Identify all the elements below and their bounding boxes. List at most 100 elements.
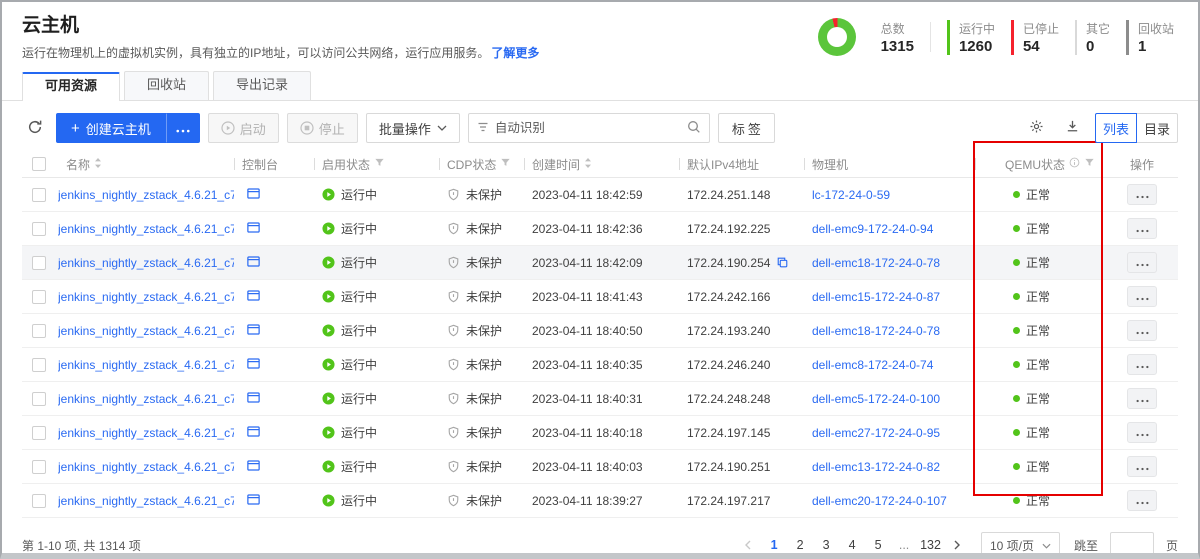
create-vm-button[interactable]: + 创建云主机 <box>56 113 166 143</box>
tab-bar: 可用资源 回收站 导出记录 <box>2 71 1198 101</box>
shield-icon <box>447 358 460 371</box>
learn-more-link[interactable]: 了解更多 <box>491 46 539 60</box>
console-icon[interactable] <box>246 254 261 272</box>
vm-name-link[interactable]: jenkins_nightly_zstack_4.6.21_c79_l... <box>58 494 234 508</box>
console-icon[interactable] <box>246 424 261 442</box>
page-button[interactable]: 4 <box>842 533 862 557</box>
console-icon[interactable] <box>246 186 261 204</box>
vm-name-link[interactable]: jenkins_nightly_zstack_4.6.21_c79_l... <box>58 392 234 406</box>
vm-name-link[interactable]: jenkins_nightly_zstack_4.6.21_c79_l... <box>58 188 234 202</box>
search-icon[interactable] <box>687 120 701 137</box>
row-checkbox[interactable] <box>32 222 46 236</box>
sort-icon[interactable] <box>584 157 592 172</box>
row-checkbox[interactable] <box>32 324 46 338</box>
sort-icon[interactable] <box>94 157 102 172</box>
page-button[interactable]: 5 <box>868 533 888 557</box>
row-actions-button[interactable] <box>1127 184 1157 205</box>
console-icon[interactable] <box>246 390 261 408</box>
row-checkbox[interactable] <box>32 290 46 304</box>
header-cdp-status[interactable]: CDP状态 <box>439 156 524 173</box>
header-enable-status[interactable]: 启用状态 <box>314 156 439 173</box>
filter-icon[interactable] <box>500 157 511 171</box>
host-link[interactable]: dell-emc20-172-24-0-107 <box>812 494 947 508</box>
stop-button[interactable]: 停止 <box>287 113 358 143</box>
vm-name-link[interactable]: jenkins_nightly_zstack_4.6.21_c76_l... <box>58 358 234 372</box>
header-created-time[interactable]: 创建时间 <box>524 156 679 173</box>
header-qemu-status[interactable]: QEMU状态 <box>975 156 1102 173</box>
prev-page-button[interactable] <box>738 533 758 557</box>
page-button[interactable]: 3 <box>816 533 836 557</box>
row-checkbox[interactable] <box>32 426 46 440</box>
host-link[interactable]: dell-emc5-172-24-0-100 <box>812 392 940 406</box>
copy-icon[interactable] <box>776 256 789 269</box>
select-all-checkbox[interactable] <box>32 157 46 171</box>
shield-icon <box>447 256 460 269</box>
settings-button[interactable] <box>1023 113 1049 143</box>
search-input[interactable] <box>495 121 681 135</box>
next-page-button[interactable] <box>947 533 967 557</box>
refresh-button[interactable] <box>22 113 48 143</box>
tab-recycle-bin[interactable]: 回收站 <box>124 71 209 100</box>
filter-icon[interactable] <box>1084 157 1095 171</box>
page-button[interactable]: 132 <box>920 533 941 557</box>
row-actions-button[interactable] <box>1127 218 1157 239</box>
export-button[interactable] <box>1059 113 1085 143</box>
info-icon[interactable] <box>1069 157 1080 171</box>
console-icon[interactable] <box>246 288 261 306</box>
page-button[interactable]: 1 <box>764 533 784 557</box>
row-actions-button[interactable] <box>1127 422 1157 443</box>
table-header-row: 名称 控制台 启用状态 CDP状态 创建时间 <box>22 151 1178 178</box>
tab-export-records[interactable]: 导出记录 <box>213 71 311 100</box>
create-vm-more-button[interactable] <box>166 113 200 143</box>
filter-icon[interactable] <box>374 157 385 171</box>
vm-name-link[interactable]: jenkins_nightly_zstack_4.6.21_c79_l... <box>58 426 234 440</box>
row-checkbox[interactable] <box>32 358 46 372</box>
gear-icon <box>1029 119 1044 137</box>
console-icon[interactable] <box>246 356 261 374</box>
view-catalog-button[interactable]: 目录 <box>1136 113 1178 143</box>
stat-stopped-value: 54 <box>1023 38 1059 55</box>
view-list-button[interactable]: 列表 <box>1095 113 1137 143</box>
row-actions-button[interactable] <box>1127 286 1157 307</box>
console-icon[interactable] <box>246 220 261 238</box>
host-link[interactable]: dell-emc9-172-24-0-94 <box>812 222 933 236</box>
row-checkbox[interactable] <box>32 494 46 508</box>
header-ipv4-label: 默认IPv4地址 <box>687 156 759 173</box>
console-icon[interactable] <box>246 322 261 340</box>
host-link[interactable]: dell-emc18-172-24-0-78 <box>812 324 940 338</box>
row-checkbox[interactable] <box>32 392 46 406</box>
host-link[interactable]: dell-emc18-172-24-0-78 <box>812 256 940 270</box>
jump-page-input[interactable] <box>1110 532 1154 558</box>
start-button[interactable]: 启动 <box>208 113 279 143</box>
row-actions-button[interactable] <box>1127 320 1157 341</box>
tag-button[interactable]: 标签 <box>718 113 775 143</box>
vm-name-link[interactable]: jenkins_nightly_zstack_4.6.21_c79_l... <box>58 290 234 304</box>
row-actions-button[interactable] <box>1127 388 1157 409</box>
row-actions-button[interactable] <box>1127 252 1157 273</box>
tab-available-resources[interactable]: 可用资源 <box>22 72 120 101</box>
row-actions-button[interactable] <box>1127 354 1157 375</box>
batch-actions-button[interactable]: 批量操作 <box>366 113 460 143</box>
vm-name-link[interactable]: jenkins_nightly_zstack_4.6.21_c79_l... <box>58 256 234 270</box>
host-link[interactable]: dell-emc8-172-24-0-74 <box>812 358 933 372</box>
header-host: 物理机 <box>804 156 975 173</box>
row-actions-button[interactable] <box>1127 456 1157 477</box>
host-link[interactable]: dell-emc13-172-24-0-82 <box>812 460 940 474</box>
page-button[interactable]: 2 <box>790 533 810 557</box>
created-time-text: 2023-04-11 18:40:18 <box>532 426 643 440</box>
host-link[interactable]: dell-emc15-172-24-0-87 <box>812 290 940 304</box>
console-icon[interactable] <box>246 492 261 510</box>
vm-name-link[interactable]: jenkins_nightly_zstack_4.6.21_c79_l... <box>58 324 234 338</box>
console-icon[interactable] <box>246 458 261 476</box>
row-actions-button[interactable] <box>1127 490 1157 511</box>
host-link[interactable]: lc-172-24-0-59 <box>812 188 890 202</box>
row-checkbox[interactable] <box>32 256 46 270</box>
header-name[interactable]: 名称 <box>58 156 234 173</box>
vm-name-link[interactable]: jenkins_nightly_zstack_4.6.21_c76_l... <box>58 222 234 236</box>
enable-status-text: 运行中 <box>341 390 377 407</box>
row-checkbox[interactable] <box>32 188 46 202</box>
page-size-select[interactable]: 10 项/页 <box>981 532 1060 558</box>
host-link[interactable]: dell-emc27-172-24-0-95 <box>812 426 940 440</box>
vm-name-link[interactable]: jenkins_nightly_zstack_4.6.21_c79_l... <box>58 460 234 474</box>
row-checkbox[interactable] <box>32 460 46 474</box>
